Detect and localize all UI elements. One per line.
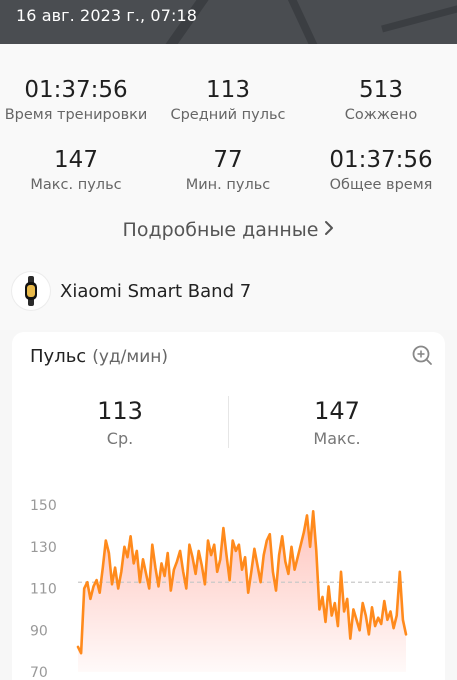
stat-value: 77 [213, 147, 243, 173]
y-tick-label: 70 [30, 665, 48, 680]
stat-duration: 01:37:56 Время тренировки [0, 76, 152, 125]
pulse-area [78, 511, 406, 672]
device-row[interactable]: Xiaomi Smart Band 7 [12, 272, 251, 310]
stat-label: Макс. пульс [30, 177, 122, 193]
stat-avg-pulse: 113 Средний пульс [152, 76, 304, 125]
stat-max-pulse: 147 Макс. пульс [0, 146, 152, 195]
details-link[interactable]: Подробные данные [0, 217, 457, 243]
map-road [381, 0, 457, 33]
band-icon [12, 272, 50, 310]
stat-label: Средний пульс [170, 107, 286, 123]
pulse-chart: 150 130 110 90 70 [30, 498, 408, 680]
stat-value: 113 [206, 77, 250, 103]
chevron-right-icon [324, 217, 334, 243]
pulse-card: Пульс (уд/мин) 113 Ср. 147 Макс. 150 130 11… [12, 332, 445, 680]
map-road [281, 0, 327, 44]
details-link-label: Подробные данные [122, 219, 319, 241]
y-tick-label: 150 [30, 498, 57, 514]
stat-value: 01:37:56 [329, 147, 433, 173]
stat-total-time: 01:37:56 Общее время [305, 146, 457, 195]
stat-label: Сожжено [344, 107, 418, 123]
stat-value: 01:37:56 [24, 77, 128, 103]
stat-calories: 513 Сожжено [305, 76, 457, 125]
stat-value: 147 [54, 147, 98, 173]
y-tick-label: 90 [30, 623, 48, 639]
stat-label: Время тренировки [4, 107, 148, 123]
y-tick-label: 130 [30, 540, 57, 556]
workout-date: 16 авг. 2023 г., 07:18 [16, 6, 198, 25]
stat-value: 513 [359, 77, 403, 103]
y-tick-label: 110 [30, 582, 57, 598]
activity-map-header: 16 авг. 2023 г., 07:18 [0, 0, 457, 44]
device-name: Xiaomi Smart Band 7 [60, 280, 252, 302]
stat-label: Общее время [329, 177, 433, 193]
stat-min-pulse: 77 Мин. пульс [152, 146, 304, 195]
stat-label: Мин. пульс [185, 177, 271, 193]
